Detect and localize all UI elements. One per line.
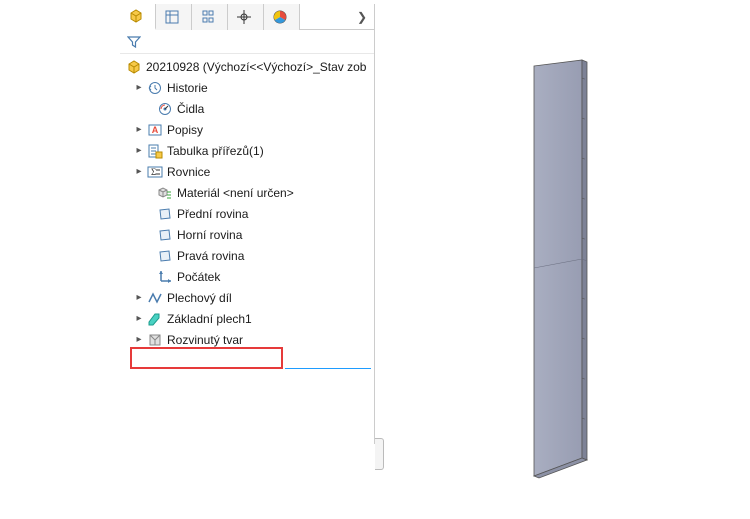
tab-configuration-manager[interactable]	[192, 4, 228, 30]
tree-item-zakladni[interactable]: ▸ Základní plech1	[120, 308, 374, 329]
tree-item-label: Přední rovina	[177, 207, 248, 221]
tab-feature-manager[interactable]	[120, 4, 156, 30]
expander-icon[interactable]: ▸	[134, 293, 144, 303]
tabs-overflow[interactable]: ❯	[350, 4, 374, 30]
plane-icon	[157, 248, 173, 264]
tree-root[interactable]: 20210928 (Výchozí<<Výchozí>_Stav zob	[120, 56, 374, 77]
flat-pattern-icon	[147, 332, 163, 348]
tree-item-label: Horní rovina	[177, 228, 242, 242]
config-icon	[200, 9, 216, 25]
equations-icon: Σ	[147, 164, 163, 180]
tree-item-label: Čidla	[177, 102, 204, 116]
part-icon	[128, 8, 144, 24]
tree-item-label: Základní plech1	[167, 312, 252, 326]
model-viewport[interactable]	[384, 0, 750, 519]
base-flange-icon	[147, 311, 163, 327]
tree-item-label: Rovnice	[167, 165, 210, 179]
tree-item-label: Pravá rovina	[177, 249, 244, 263]
expander-icon[interactable]: ▸	[134, 335, 144, 345]
material-icon	[157, 185, 173, 201]
sensors-icon	[157, 101, 173, 117]
feature-tree: 20210928 (Výchozí<<Výchozí>_Stav zob ▸ H…	[120, 54, 374, 350]
plane-icon	[157, 206, 173, 222]
plane-icon	[157, 227, 173, 243]
expander-icon[interactable]: ▸	[134, 146, 144, 156]
tree-item-material[interactable]: Materiál <není určen>	[120, 182, 374, 203]
tree-item-label: Popisy	[167, 123, 203, 137]
expander-icon[interactable]: ▸	[134, 167, 144, 177]
tree-item-prava[interactable]: Pravá rovina	[120, 245, 374, 266]
tree-item-predni[interactable]: Přední rovina	[120, 203, 374, 224]
tree-item-label: Tabulka přířezů(1)	[167, 144, 264, 158]
filter-icon[interactable]	[126, 34, 142, 50]
tree-item-horni[interactable]: Horní rovina	[120, 224, 374, 245]
tree-item-label: Počátek	[177, 270, 220, 284]
tree-root-label: 20210928 (Výchozí<<Výchozí>_Stav zob	[146, 60, 366, 74]
origin-icon	[157, 269, 173, 285]
tree-item-historie[interactable]: ▸ Historie	[120, 77, 374, 98]
panel-collapse-handle[interactable]	[375, 438, 384, 470]
svg-text:A: A	[152, 125, 159, 135]
tree-item-plechovy[interactable]: ▸ Plechový díl	[120, 287, 374, 308]
property-icon	[164, 9, 180, 25]
rollback-bar[interactable]	[285, 368, 371, 369]
annotations-icon: A	[147, 122, 163, 138]
svg-text:Σ: Σ	[151, 167, 156, 177]
tree-item-pocatek[interactable]: Počátek	[120, 266, 374, 287]
tree-item-rozvinuty[interactable]: ▸ Rozvinutý tvar	[120, 329, 374, 350]
tab-property-manager[interactable]	[156, 4, 192, 30]
tree-item-tabulka[interactable]: ▸ Tabulka přířezů(1)	[120, 140, 374, 161]
filter-row	[120, 30, 374, 54]
part-icon	[126, 59, 142, 75]
appearance-icon	[272, 9, 288, 25]
panel-tab-bar: ❯	[120, 4, 374, 30]
highlight-annotation	[130, 347, 283, 369]
tree-item-label: Materiál <není určen>	[177, 186, 294, 200]
tab-display-manager[interactable]	[264, 4, 300, 30]
tab-dimxpert[interactable]	[228, 4, 264, 30]
chevron-right-icon: ❯	[357, 10, 367, 24]
tree-item-cidla[interactable]: Čidla	[120, 98, 374, 119]
model-render	[474, 58, 634, 488]
tree-item-rovnice[interactable]: ▸ Σ Rovnice	[120, 161, 374, 182]
tree-item-label: Plechový díl	[167, 291, 232, 305]
tree-item-popisy[interactable]: ▸ A Popisy	[120, 119, 374, 140]
sheet-metal-icon	[147, 290, 163, 306]
cutlist-icon	[147, 143, 163, 159]
tree-item-label: Historie	[167, 81, 208, 95]
feature-tree-panel: ❯ 20210928 (Výchozí<<Výchozí>_Stav zob ▸…	[120, 4, 375, 444]
expander-icon[interactable]: ▸	[134, 125, 144, 135]
history-icon	[147, 80, 163, 96]
expander-icon[interactable]: ▸	[134, 83, 144, 93]
target-icon	[236, 9, 252, 25]
expander-icon[interactable]: ▸	[134, 314, 144, 324]
tree-item-label: Rozvinutý tvar	[167, 333, 243, 347]
